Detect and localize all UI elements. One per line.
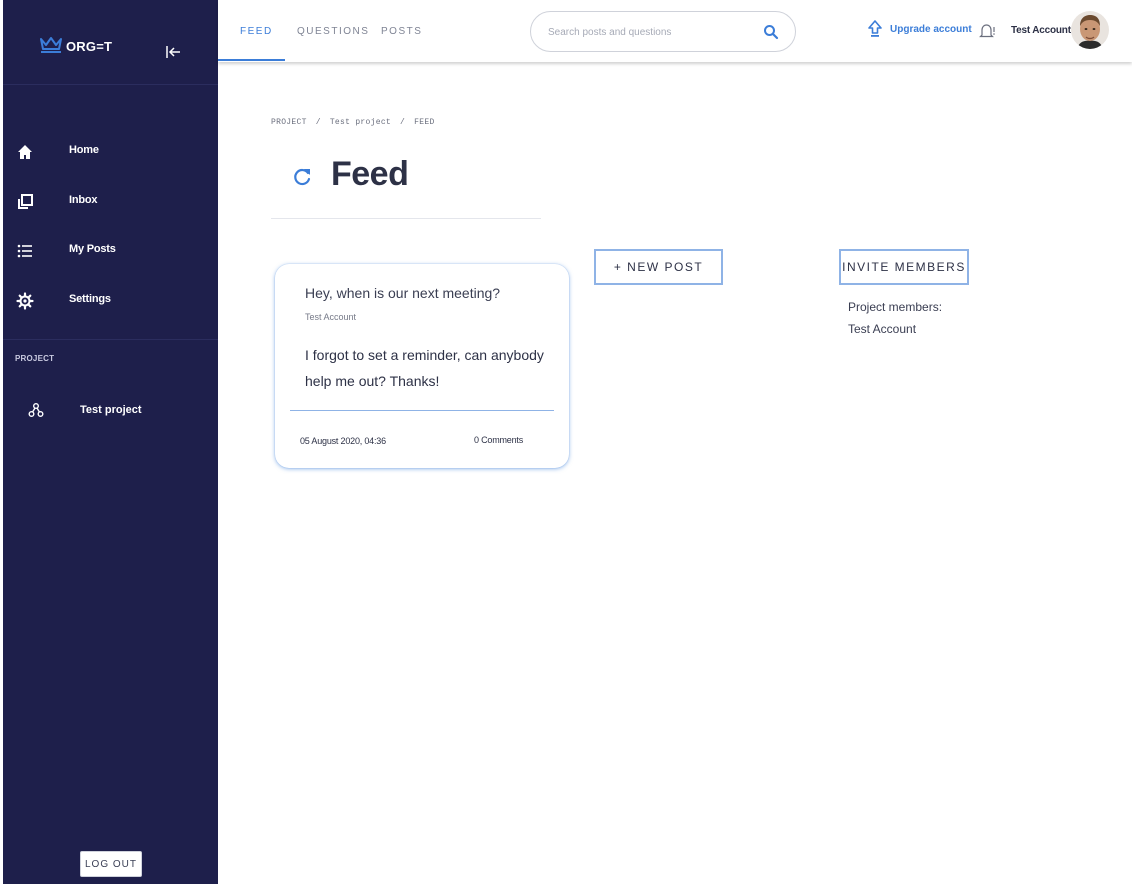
sidebar-divider — [3, 339, 218, 340]
account-name[interactable]: Test Account — [1011, 25, 1071, 36]
gear-icon — [16, 292, 34, 310]
project-nodes-icon — [28, 403, 44, 417]
title-divider — [271, 218, 541, 219]
inbox-icon — [18, 194, 33, 209]
upgrade-account-link[interactable]: Upgrade account — [868, 20, 972, 38]
breadcrumb-item: FEED — [414, 118, 435, 127]
new-post-button[interactable]: + NEW POST — [594, 249, 723, 285]
breadcrumb-item[interactable]: Test project — [330, 118, 391, 127]
user-avatar-image — [1071, 11, 1109, 49]
sidebar-item-my-posts[interactable]: My Posts — [3, 233, 218, 269]
invite-members-button[interactable]: INVITE MEMBERS — [839, 249, 969, 285]
sidebar-item-settings[interactable]: Settings — [3, 283, 218, 319]
member-item: Test Account — [848, 322, 917, 336]
logout-button[interactable]: LOG OUT — [80, 851, 142, 877]
collapse-sidebar-icon[interactable] — [163, 42, 183, 62]
project-section-label: PROJECT — [15, 354, 55, 363]
notification-bell-icon[interactable] — [978, 22, 996, 40]
breadcrumb-item[interactable]: PROJECT — [271, 118, 307, 127]
active-tab-indicator — [218, 59, 285, 61]
sidebar-item-label: Settings — [69, 293, 111, 305]
brand-logo[interactable]: ORG=T — [39, 36, 112, 54]
tab-questions[interactable]: QUESTIONS — [297, 26, 369, 37]
post-card[interactable]: Hey, when is our next meeting? Test Acco… — [275, 264, 569, 468]
sidebar-item-home[interactable]: Home — [3, 134, 218, 170]
app-root: ORG=T Home Inbox My Posts Settings PROJE… — [0, 0, 1132, 884]
sidebar-item-test-project[interactable]: Test project — [3, 398, 218, 424]
search-input[interactable] — [548, 24, 748, 40]
sidebar-header: ORG=T — [3, 0, 218, 85]
home-icon — [18, 145, 32, 159]
top-bar: FEED QUESTIONS POSTS Upgrade account Tes… — [218, 0, 1132, 62]
upgrade-label: Upgrade account — [890, 23, 972, 35]
post-title: Hey, when is our next meeting? — [305, 285, 501, 301]
sidebar-item-label: Inbox — [69, 194, 98, 206]
project-label: Test project — [80, 404, 142, 416]
brand-name: ORG=T — [66, 39, 113, 54]
post-author: Test Account — [305, 312, 357, 322]
post-comments-count[interactable]: 0 Comments — [474, 435, 523, 445]
tab-feed[interactable]: FEED — [240, 26, 273, 37]
page-title: Feed — [331, 155, 409, 193]
refresh-icon[interactable] — [291, 166, 313, 188]
upgrade-arrow-icon — [868, 20, 882, 37]
list-icon — [17, 244, 32, 258]
breadcrumb: PROJECT / Test project / FEED — [271, 118, 435, 127]
crown-icon — [40, 37, 62, 53]
project-members-label: Project members: — [848, 300, 943, 314]
search-icon[interactable] — [763, 24, 779, 40]
post-divider — [290, 410, 554, 411]
tab-posts[interactable]: POSTS — [381, 26, 422, 37]
search-box — [530, 11, 796, 52]
breadcrumb-separator: / — [400, 118, 406, 127]
sidebar-item-label: Home — [69, 144, 99, 156]
sidebar-item-inbox[interactable]: Inbox — [3, 184, 218, 220]
post-date: 05 August 2020, 04:36 — [300, 436, 386, 446]
sidebar: ORG=T Home Inbox My Posts Settings PROJE… — [3, 0, 218, 884]
sidebar-item-label: My Posts — [69, 243, 116, 255]
post-body: I forgot to set a reminder, can anybody … — [305, 347, 544, 389]
breadcrumb-separator: / — [315, 118, 321, 127]
avatar[interactable] — [1071, 11, 1109, 49]
